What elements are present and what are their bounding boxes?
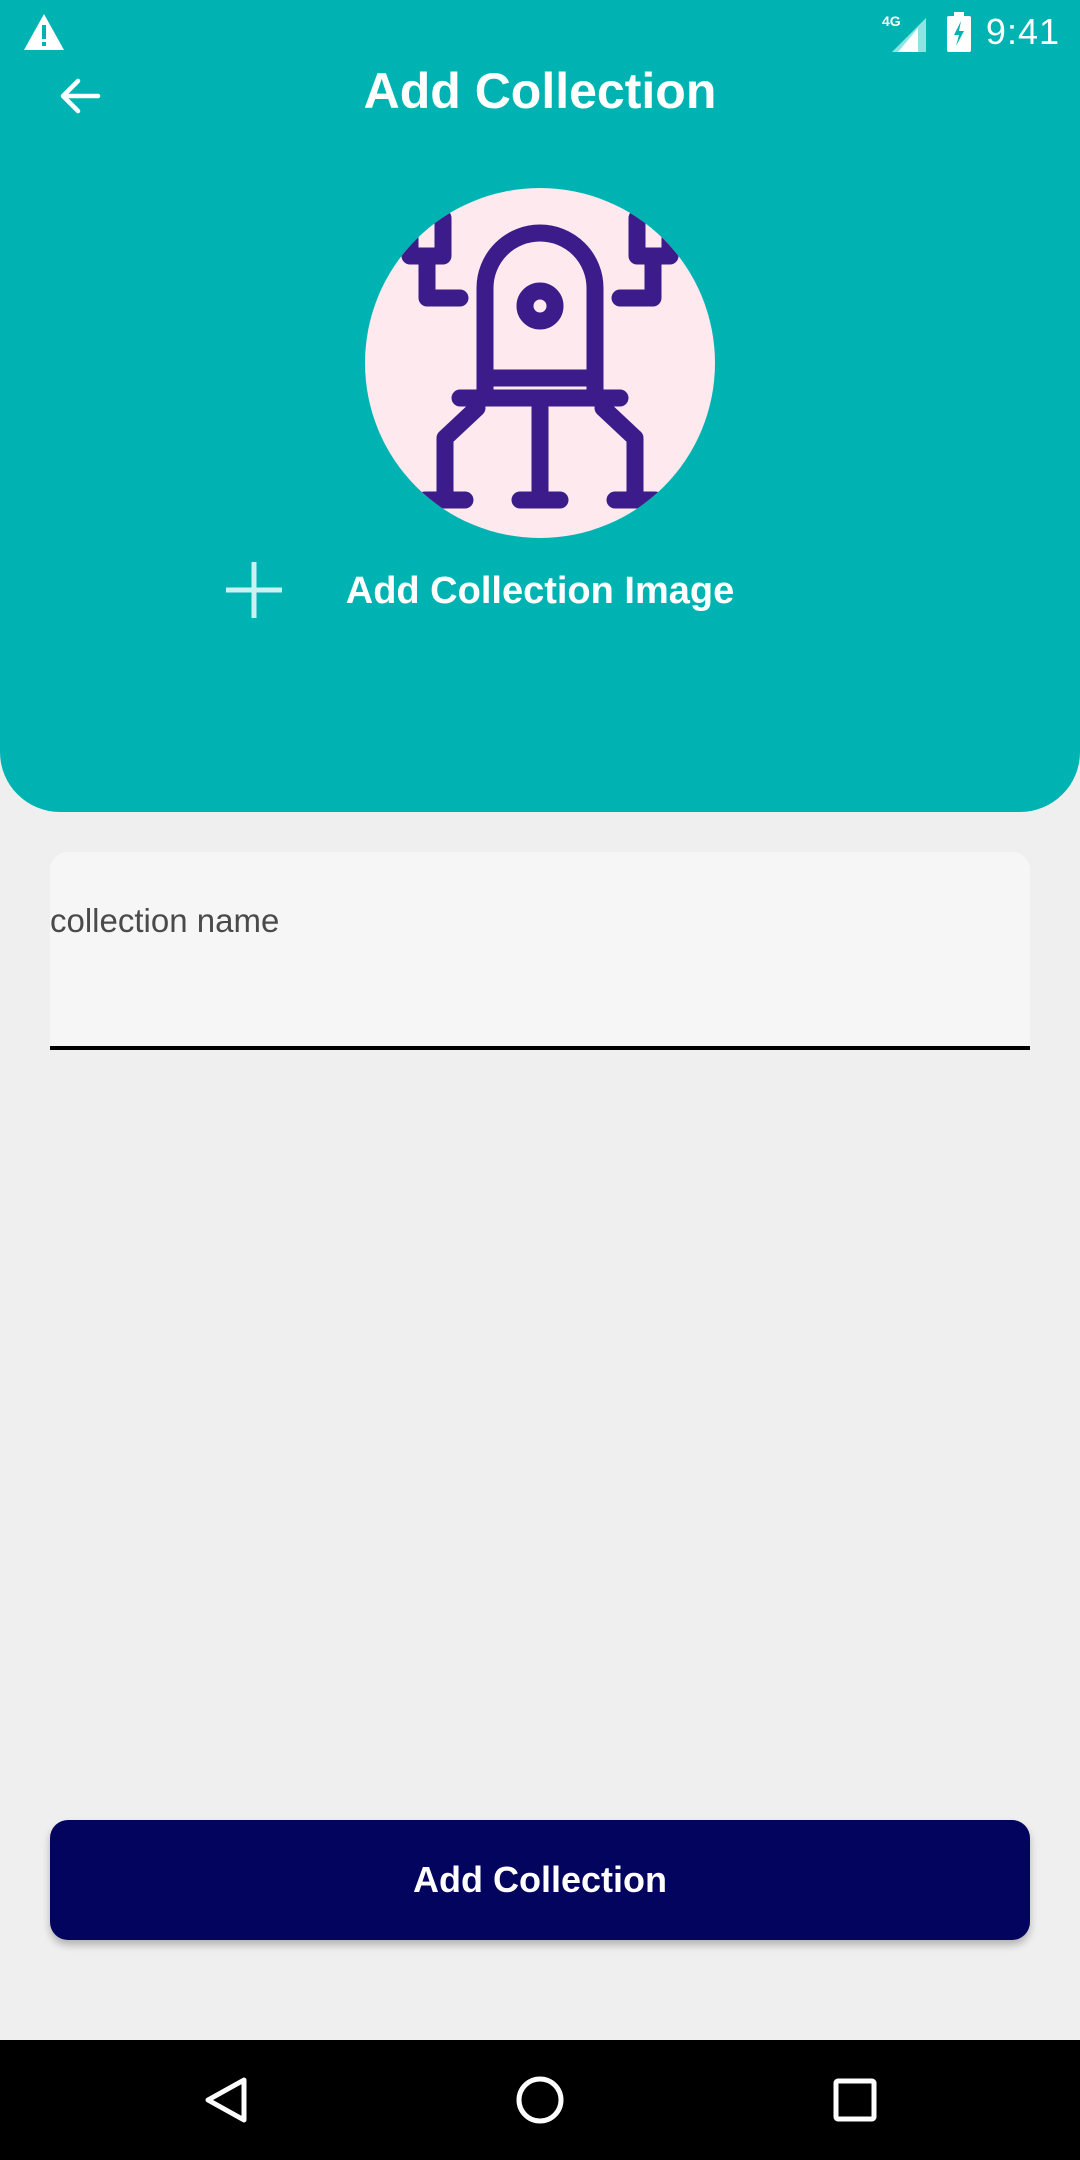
network-label: 4G <box>882 13 901 29</box>
nav-back-icon <box>205 2077 247 2123</box>
nav-recents-icon <box>833 2078 877 2122</box>
add-collection-image-label[interactable]: Add Collection Image <box>0 570 1080 613</box>
add-collection-screen: 4G 9:41 Add Collection Add Collection Im… <box>0 0 1080 2160</box>
collection-image-avatar[interactable] <box>365 188 715 538</box>
warning-icon <box>24 14 64 50</box>
nav-back-button[interactable] <box>190 2064 262 2136</box>
robot-icon <box>395 209 685 538</box>
status-right-group: 4G 9:41 <box>880 8 1060 56</box>
collection-name-field[interactable]: collection name <box>50 852 1030 1050</box>
nav-home-icon <box>516 2076 564 2124</box>
collection-name-placeholder: collection name <box>50 902 280 939</box>
nav-home-button[interactable] <box>504 2064 576 2136</box>
add-image-row: Add Collection Image <box>0 556 1080 626</box>
system-nav-bar <box>0 2040 1080 2160</box>
header-panel: 4G 9:41 Add Collection Add Collection Im… <box>0 0 1080 812</box>
add-collection-button-label: Add Collection <box>413 1859 667 1900</box>
page-title: Add Collection <box>363 63 717 119</box>
nav-recents-button[interactable] <box>819 2064 891 2136</box>
signal-4g-icon: 4G <box>882 13 926 52</box>
battery-charging-icon <box>946 12 971 52</box>
add-collection-button[interactable]: Add Collection <box>50 1820 1030 1940</box>
status-bar: 4G 9:41 <box>0 0 1080 64</box>
status-time: 9:41 <box>985 11 1060 52</box>
